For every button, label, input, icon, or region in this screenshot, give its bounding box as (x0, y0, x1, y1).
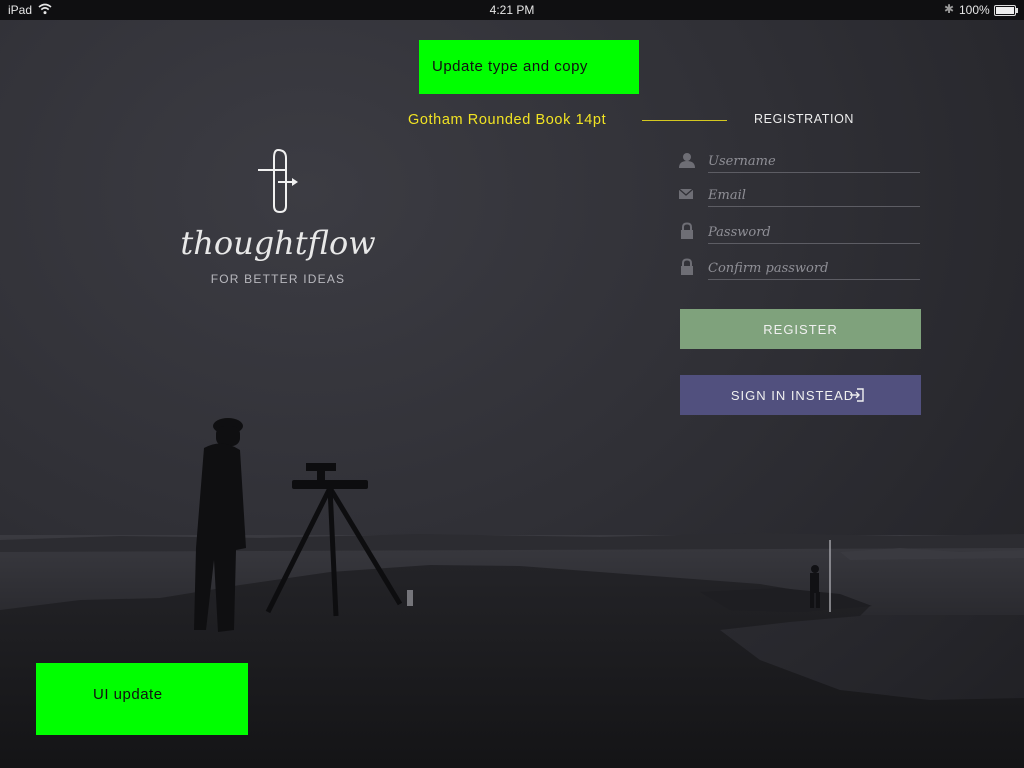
annotation-ui-update-text: UI update (93, 686, 163, 703)
username-field (678, 150, 922, 180)
username-input[interactable] (708, 150, 920, 173)
user-icon (679, 153, 695, 168)
register-button[interactable]: REGISTER (680, 309, 921, 349)
email-field (678, 184, 922, 214)
brand-name: thoughtflow (180, 224, 376, 262)
status-bar: iPad 4:21 PM ✱ 100% (0, 0, 1024, 20)
annotation-update-type-text: Update type and copy (432, 58, 588, 75)
annotation-font-spec: Gotham Rounded Book 14pt (408, 112, 607, 128)
email-input[interactable] (708, 184, 920, 207)
lock-icon (681, 258, 693, 275)
status-time: 4:21 PM (489, 3, 535, 17)
app-screen: iPad 4:21 PM ✱ 100% Update type and copy… (0, 0, 1024, 768)
registration-title: REGISTRATION (754, 112, 855, 126)
brand-tagline: FOR BETTER IDEAS (210, 272, 346, 286)
annotation-connector-line (642, 120, 727, 121)
register-button-label: REGISTER (763, 321, 838, 337)
thoughtflow-logo-icon (258, 148, 298, 214)
battery-percent: 100% (959, 3, 990, 17)
confirm-password-input[interactable] (708, 257, 920, 280)
sign-in-instead-button[interactable]: SIGN IN INSTEAD (680, 375, 921, 415)
bluetooth-icon: ✱ (944, 2, 955, 16)
sign-in-button-label: SIGN IN INSTEAD (730, 387, 855, 403)
battery-icon (994, 5, 1018, 16)
password-input[interactable] (708, 221, 920, 244)
mail-icon (678, 188, 694, 199)
annotation-update-type: Update type and copy (419, 40, 639, 94)
password-field (678, 221, 922, 251)
confirm-password-field (678, 257, 922, 287)
lock-icon (681, 222, 693, 239)
annotation-ui-update: UI update (36, 663, 248, 735)
sign-in-icon (850, 388, 864, 402)
